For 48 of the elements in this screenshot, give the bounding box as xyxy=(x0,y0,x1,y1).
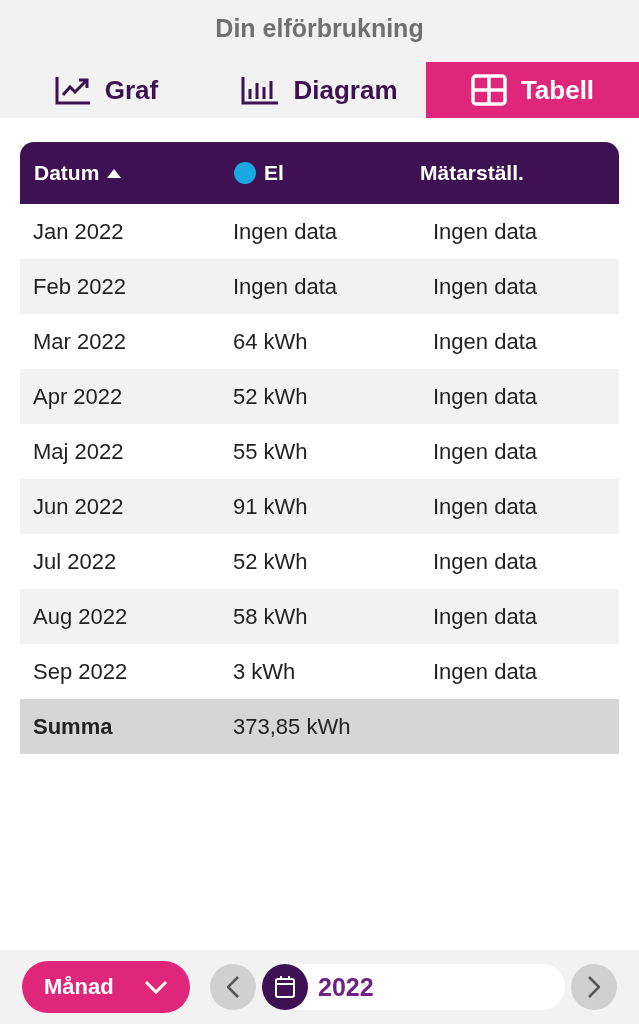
calendar-icon xyxy=(274,975,296,999)
bar-chart-icon xyxy=(241,75,280,105)
page-title: Din elförbrukning xyxy=(214,13,425,44)
table-cell-text: Ingen data xyxy=(432,328,538,355)
table-cell-text: 64 kWh xyxy=(232,328,309,355)
table-cell-text: Feb 2022 xyxy=(32,273,127,300)
table-cell-text: 58 kWh xyxy=(232,603,309,630)
table-cell-text: Jan 2022 xyxy=(32,218,125,245)
table-cell-text: Ingen data xyxy=(432,273,538,300)
table-cell-text: Maj 2022 xyxy=(32,438,125,465)
table-icon xyxy=(470,74,507,106)
view-tab[interactable]: Tabell xyxy=(426,62,639,118)
column-heading[interactable]: Mätarställ. xyxy=(420,161,524,185)
period-dropdown[interactable]: Månad xyxy=(22,961,190,1013)
previous-button[interactable] xyxy=(210,964,256,1010)
chevron-down-icon xyxy=(144,980,168,994)
table-cell-text: 52 kWh xyxy=(232,548,309,575)
table-cell-text: 91 kWh xyxy=(232,493,309,520)
sort-up-icon xyxy=(107,168,122,178)
table-cell-text: Ingen data xyxy=(432,658,538,685)
next-button[interactable] xyxy=(571,964,617,1010)
table-cell-text: Mar 2022 xyxy=(32,328,127,355)
year-field[interactable]: 2022 xyxy=(262,964,565,1010)
table-cell-text: Ingen data xyxy=(232,273,338,300)
view-tab[interactable]: Graf xyxy=(0,62,213,118)
chevron-left-icon xyxy=(227,976,239,998)
table-cell-text: Summa xyxy=(32,713,114,740)
view-tab[interactable]: Diagram xyxy=(213,62,426,118)
table-cell-text: 55 kWh xyxy=(232,438,309,465)
line-chart-icon xyxy=(54,75,91,105)
table-cell-text: Ingen data xyxy=(432,218,538,245)
chevron-right-icon xyxy=(588,976,600,998)
column-heading[interactable]: El xyxy=(264,161,284,185)
table-cell-text: Ingen data xyxy=(232,218,338,245)
table-cell-text: Ingen data xyxy=(432,493,538,520)
table-cell-text: Jul 2022 xyxy=(32,548,118,575)
table-cell-text: Aug 2022 xyxy=(32,603,129,630)
table-cell-text: Apr 2022 xyxy=(32,383,124,410)
table-cell-text: Ingen data xyxy=(432,603,538,630)
table-cell-text: 3 kWh xyxy=(232,658,297,685)
table-cell-text: Ingen data xyxy=(432,548,538,575)
column-heading[interactable]: Datum xyxy=(34,161,100,185)
table-cell-text: Ingen data xyxy=(432,383,538,410)
table-cell-text: Jun 2022 xyxy=(32,493,125,520)
table-cell-text: Ingen data xyxy=(432,438,538,465)
table-cell-text: 52 kWh xyxy=(232,383,309,410)
table-cell-text: Sep 2022 xyxy=(32,658,129,685)
table-cell-text: 373,85 kWh xyxy=(232,713,352,740)
